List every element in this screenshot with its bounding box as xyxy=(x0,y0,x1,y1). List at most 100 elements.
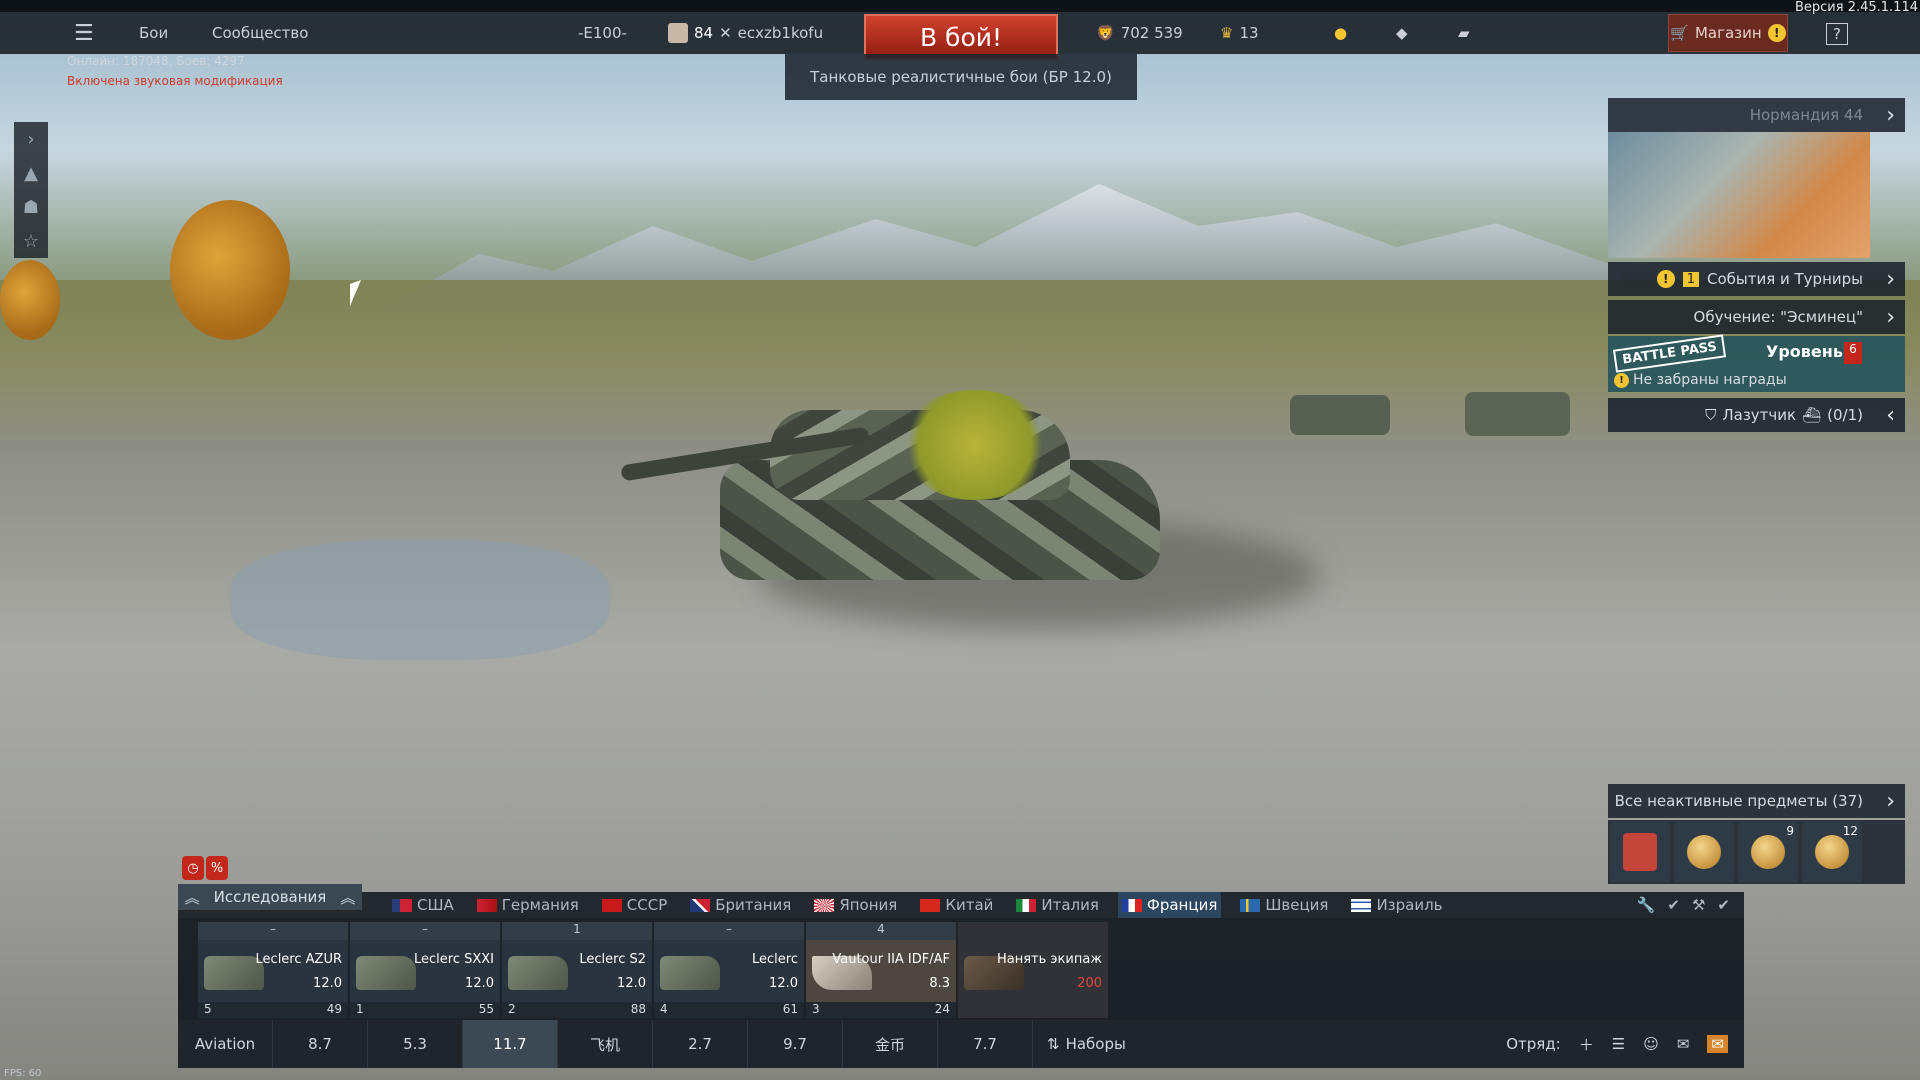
player-profile[interactable]: 84 ✕ ecxzb1kofu xyxy=(668,12,823,54)
check-icon[interactable]: ✔ xyxy=(1667,896,1680,914)
lightbulb-icon[interactable]: ● xyxy=(1334,12,1347,54)
crew-level: 1 xyxy=(356,1002,364,1016)
star-icon[interactable]: ☆ xyxy=(14,224,48,258)
ticket-icon[interactable]: ▰ xyxy=(1458,12,1470,54)
slot-preset: – xyxy=(198,922,348,940)
preset-tab-active[interactable]: 11.7 xyxy=(463,1020,558,1068)
scout-label: Лазутчик xyxy=(1722,406,1797,424)
slot-preset: – xyxy=(654,922,804,940)
tab-france[interactable]: Франция xyxy=(1117,892,1222,918)
event-banner-image[interactable] xyxy=(1608,132,1870,258)
tab-britain[interactable]: Британия xyxy=(686,892,795,918)
warning-icon: ! xyxy=(1656,270,1675,288)
contacts-icon[interactable]: ☺ xyxy=(1643,1035,1659,1053)
hire-crew-label: Нанять экипаж xyxy=(996,952,1102,967)
france-flag-icon xyxy=(1121,898,1142,912)
vehicle-name: Vautour IIA IDF/AF xyxy=(832,952,950,967)
inactive-item[interactable]: 12 xyxy=(1802,822,1862,882)
hire-crew-slot[interactable]: Нанять экипаж 200 xyxy=(958,922,1108,1018)
vehicle-slot[interactable]: 1 Leclerc S2 12.0 2 88 xyxy=(502,922,652,1018)
vehicle-br: 12.0 xyxy=(769,976,798,991)
warning-icon: ! xyxy=(1614,372,1629,388)
preset-tab[interactable]: 7.7 xyxy=(938,1020,1033,1068)
presets-button[interactable]: ⇅ Наборы xyxy=(1033,1020,1126,1068)
nation-label: Китай xyxy=(945,896,994,914)
hangar-tank-model[interactable] xyxy=(620,360,1210,590)
repair-all-icon[interactable]: ⚒ xyxy=(1692,896,1705,914)
crew-icon[interactable]: ☗ xyxy=(14,190,48,224)
repair-cost: 24 xyxy=(934,1002,950,1016)
wrench-icon[interactable]: 🔧 xyxy=(1637,896,1656,914)
scout-mission[interactable]: ⛉ Лазутчик ⛴ (0/1) ‹ xyxy=(1608,398,1905,432)
tab-japan[interactable]: Япония xyxy=(810,892,901,918)
preset-tab[interactable]: 金币 xyxy=(843,1020,938,1068)
crew-slots: – Leclerc AZUR 12.0 5 49 – Leclerc SXXI 1… xyxy=(178,918,1744,1020)
timer-icon[interactable]: ◷ xyxy=(182,856,204,880)
mail-icon[interactable]: ✉ xyxy=(1707,1035,1728,1053)
events-count: 1 xyxy=(1682,271,1699,287)
tutorial-destroyer[interactable]: Обучение: "Эсминец" › xyxy=(1608,300,1905,334)
vehicle-slot[interactable]: – Leclerc SXXI 12.0 1 55 xyxy=(350,922,500,1018)
help-button[interactable]: ? xyxy=(1826,23,1848,45)
chevron-right-icon: › xyxy=(1886,102,1895,128)
battle-pass-panel[interactable]: BATTLE PASS Уровень 6 ! Не забраны награ… xyxy=(1608,334,1905,392)
chat-icon[interactable]: ✉ xyxy=(1677,1035,1690,1053)
inactive-item[interactable] xyxy=(1674,822,1734,882)
preset-tab[interactable]: 9.7 xyxy=(748,1020,843,1068)
tab-germany[interactable]: Германия xyxy=(473,892,583,918)
expand-chevron-icon[interactable]: › xyxy=(14,122,48,156)
hamburger-menu-icon[interactable]: ☰ xyxy=(74,12,94,54)
repair-cost: 49 xyxy=(326,1002,342,1016)
discount-badges: ◷ % xyxy=(182,856,230,882)
card-icon xyxy=(1623,833,1657,871)
list-icon[interactable]: ☰ xyxy=(1612,1035,1625,1053)
menu-community[interactable]: Сообщество xyxy=(212,12,308,54)
inactive-item[interactable] xyxy=(1610,822,1670,882)
preset-tab[interactable]: Aviation xyxy=(178,1020,273,1068)
golden-eagles[interactable]: ♛ 13 xyxy=(1220,12,1259,54)
slot-preset: – xyxy=(350,922,500,940)
squad-label: Отряд: xyxy=(1506,1035,1561,1053)
event-normandy-label: Нормандия 44 xyxy=(1749,106,1863,124)
slot-preset: 4 xyxy=(806,922,956,940)
preset-tab[interactable]: 飞机 xyxy=(558,1020,653,1068)
usa-flag-icon xyxy=(392,898,412,912)
shop-button[interactable]: 🛒 Магазин ! xyxy=(1668,14,1788,52)
vehicle-icon[interactable]: ▲ xyxy=(14,156,48,190)
tab-usa[interactable]: США xyxy=(388,892,458,918)
event-normandy[interactable]: Нормандия 44 › xyxy=(1608,98,1905,132)
menu-battles[interactable]: Бои xyxy=(139,12,168,54)
medal-icon xyxy=(1751,835,1785,869)
golden-eagle-icon: ♛ xyxy=(1220,24,1234,42)
tab-sweden[interactable]: Швеция xyxy=(1236,892,1332,918)
tab-china[interactable]: Китай xyxy=(916,892,997,918)
research-label: Исследования xyxy=(213,888,327,906)
vehicle-slot[interactable]: 4 Vautour IIA IDF/AF 8.3 3 24 xyxy=(806,922,956,1018)
repair-cost: 55 xyxy=(478,1002,494,1016)
inactive-items-button[interactable]: Все неактивные предметы (37) › xyxy=(1608,784,1905,818)
vehicle-slot[interactable]: – Leclerc AZUR 12.0 5 49 xyxy=(198,922,348,1018)
add-squad-icon[interactable]: ＋ xyxy=(1579,1034,1594,1055)
events-tournaments[interactable]: ! 1 События и Турниры › xyxy=(1608,262,1905,296)
tab-israel[interactable]: Израиль xyxy=(1347,892,1446,918)
preset-tab[interactable]: 2.7 xyxy=(653,1020,748,1068)
percent-icon[interactable]: % xyxy=(206,856,228,880)
research-tab[interactable]: ︽ Исследования ︽ xyxy=(178,884,362,910)
vehicle-slot[interactable]: – Leclerc 12.0 4 61 xyxy=(654,922,804,1018)
item-count: 9 xyxy=(1786,824,1794,838)
battle-pass-unclaimed: Не забраны награды xyxy=(1633,372,1787,388)
preset-tab[interactable]: 8.7 xyxy=(273,1020,368,1068)
chevron-right-icon: › xyxy=(1886,304,1895,330)
silver-lions[interactable]: 🦁 702 539 xyxy=(1096,12,1183,54)
background-tank xyxy=(1290,395,1390,435)
check-icon[interactable]: ✔ xyxy=(1717,896,1730,914)
chevron-right-icon: › xyxy=(1886,266,1895,292)
vehicle-tag[interactable]: -E100- xyxy=(578,12,627,54)
inactive-item[interactable]: 9 xyxy=(1738,822,1798,882)
background-tree xyxy=(0,260,60,340)
tab-ussr[interactable]: СССР xyxy=(598,892,671,918)
tab-italy[interactable]: Италия xyxy=(1012,892,1103,918)
game-mode-selector[interactable]: Танковые реалистичные бои (БР 12.0) xyxy=(785,54,1137,100)
preset-tab[interactable]: 5.3 xyxy=(368,1020,463,1068)
diamond-icon[interactable]: ◆ xyxy=(1396,12,1408,54)
